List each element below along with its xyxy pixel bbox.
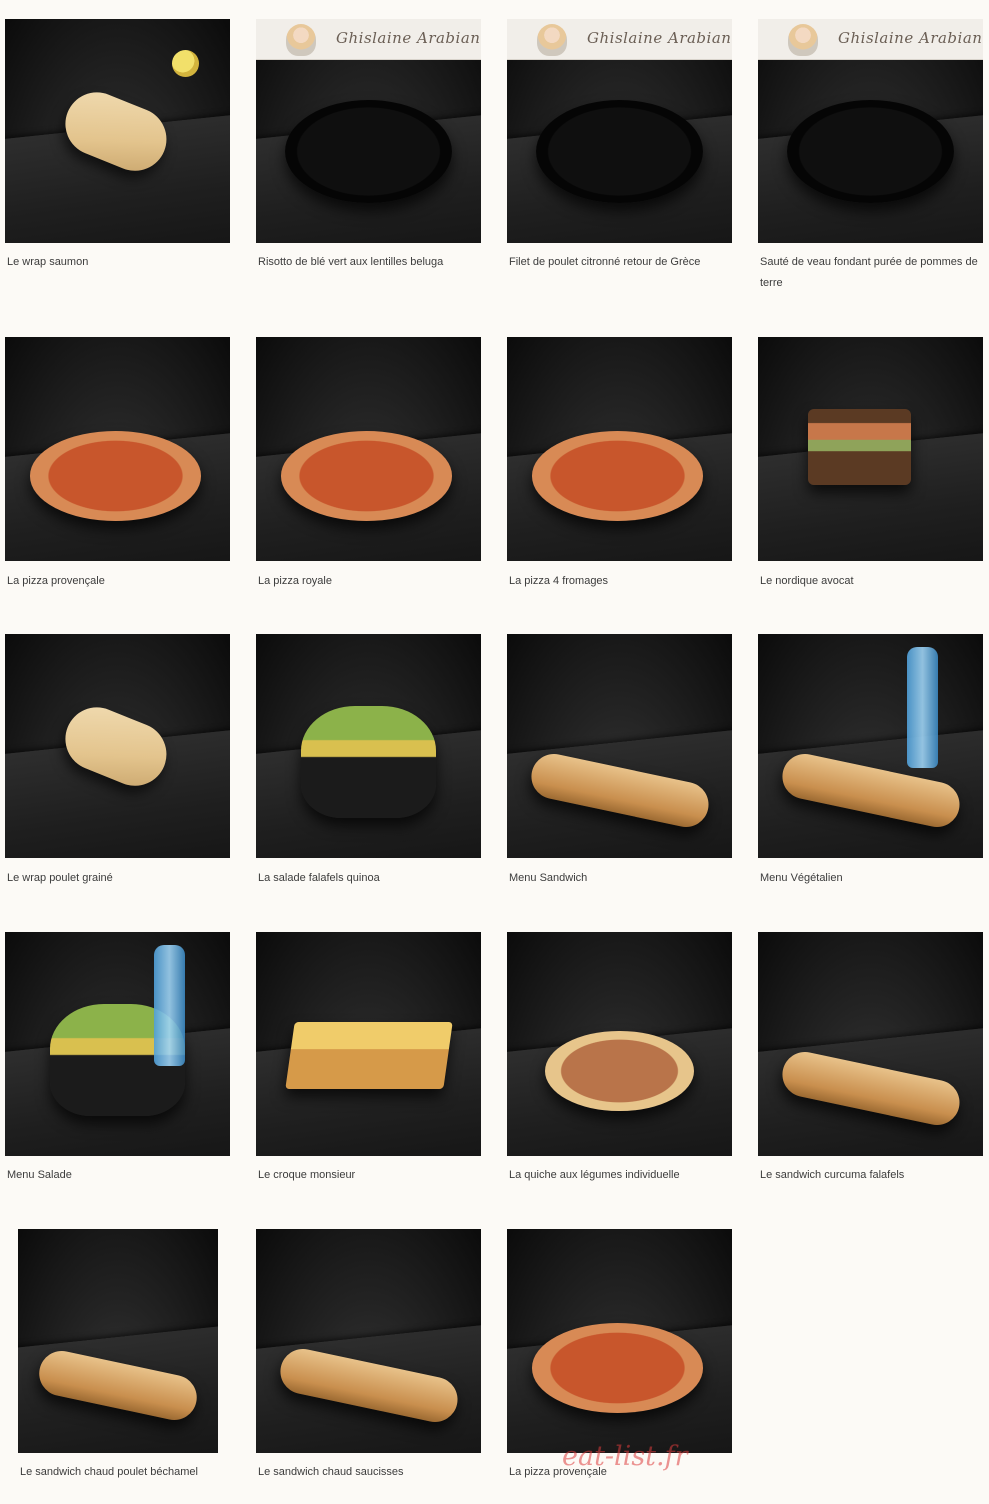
product-grid: Le wrap saumon Ghislaine Arabian Risotto d… [0, 0, 989, 1488]
product-name[interactable]: Le sandwich curcuma falafels [760, 1165, 981, 1186]
product-name[interactable]: Le wrap poulet grainé [7, 868, 228, 889]
product-card[interactable]: La pizza provençale [507, 1229, 732, 1504]
product-name[interactable]: Le wrap saumon [7, 252, 228, 273]
chef-avatar [286, 24, 316, 56]
product-photo[interactable]: Ghislaine Arabian [758, 19, 983, 243]
product-card[interactable]: Le wrap saumon [5, 19, 230, 294]
pizza-dish [531, 431, 703, 521]
chef-banner: Ghislaine Arabian [758, 19, 983, 60]
product-name[interactable]: La pizza royale [258, 571, 479, 592]
product-photo[interactable] [507, 337, 732, 561]
product-name[interactable]: La pizza provençale [509, 1462, 730, 1483]
chef-signature: Ghislaine Arabian [587, 29, 732, 47]
pizza-dish [531, 1323, 703, 1413]
product-photo[interactable] [507, 1229, 732, 1453]
product-card[interactable]: La pizza 4 fromages [507, 337, 732, 613]
chef-banner: Ghislaine Arabian [256, 19, 481, 60]
product-name[interactable]: Menu Salade [7, 1165, 228, 1186]
product-photo[interactable]: Ghislaine Arabian [507, 19, 732, 243]
sandwich-dish [807, 408, 911, 485]
chef-avatar [788, 24, 818, 56]
product-name[interactable]: Le croque monsieur [258, 1165, 479, 1186]
product-photo[interactable] [256, 1229, 481, 1453]
product-photo[interactable] [758, 634, 983, 858]
product-photo[interactable] [507, 634, 732, 858]
product-card[interactable]: Le sandwich chaud poulet béchamel [18, 1229, 218, 1504]
product-photo[interactable] [758, 337, 983, 561]
product-card[interactable]: La salade falafels quinoa [256, 634, 481, 910]
bowl-dish [301, 705, 436, 818]
product-photo[interactable] [5, 932, 230, 1156]
product-card[interactable]: Menu Végétalien [758, 634, 983, 910]
product-name[interactable]: Le nordique avocat [760, 571, 981, 592]
product-photo[interactable] [256, 337, 481, 561]
water-bottle [906, 647, 938, 769]
pizza-dish [29, 431, 201, 521]
quiche-dish [545, 1030, 694, 1112]
product-card[interactable]: Le croque monsieur [256, 932, 481, 1207]
product-card[interactable]: Menu Salade [5, 932, 230, 1207]
product-photo[interactable] [256, 932, 481, 1156]
product-name[interactable]: Risotto de blé vert aux lentilles beluga [258, 252, 479, 273]
product-photo[interactable] [5, 337, 230, 561]
product-card[interactable]: Le wrap poulet grainé [5, 634, 230, 910]
product-card[interactable]: Menu Sandwich [507, 634, 732, 910]
croque-dish [285, 1021, 452, 1089]
plate-dish [285, 99, 452, 203]
plate-dish [536, 99, 703, 203]
product-name[interactable]: Sauté de veau fondant purée de pommes de… [760, 252, 981, 294]
product-name[interactable]: Le sandwich chaud poulet béchamel [20, 1462, 216, 1483]
product-card[interactable]: Le nordique avocat [758, 337, 983, 613]
product-name[interactable]: Le sandwich chaud saucisses [258, 1462, 479, 1483]
product-card[interactable]: La quiche aux légumes individuelle [507, 932, 732, 1207]
chef-banner: Ghislaine Arabian [507, 19, 732, 60]
product-card[interactable]: Le sandwich chaud saucisses [256, 1229, 481, 1504]
product-name[interactable]: La pizza provençale [7, 571, 228, 592]
product-name[interactable]: Filet de poulet citronné retour de Grèce [509, 252, 730, 273]
product-name[interactable]: Menu Végétalien [760, 868, 981, 889]
chef-avatar [537, 24, 567, 56]
product-photo[interactable] [5, 19, 230, 243]
pizza-dish [280, 431, 452, 521]
product-name[interactable]: La pizza 4 fromages [509, 571, 730, 592]
product-name[interactable]: La salade falafels quinoa [258, 868, 479, 889]
product-name[interactable]: Menu Sandwich [509, 868, 730, 889]
product-photo[interactable]: Ghislaine Arabian [256, 19, 481, 243]
product-card[interactable]: Le sandwich curcuma falafels [758, 932, 983, 1207]
product-photo[interactable] [5, 634, 230, 858]
water-bottle [153, 945, 185, 1067]
product-card[interactable]: Ghislaine Arabian Risotto de blé vert aux… [256, 19, 481, 294]
product-photo[interactable] [18, 1229, 218, 1453]
plate-dish [787, 99, 954, 203]
lemon-garnish [171, 50, 199, 78]
chef-signature: Ghislaine Arabian [336, 29, 481, 47]
product-card[interactable]: Ghislaine Arabian Filet de poulet citronn… [507, 19, 732, 294]
product-card[interactable]: La pizza royale [256, 337, 481, 613]
product-photo[interactable] [256, 634, 481, 858]
product-name[interactable]: La quiche aux légumes individuelle [509, 1165, 730, 1186]
product-photo[interactable] [758, 932, 983, 1156]
product-card[interactable]: Ghislaine Arabian Sauté de veau fondant p… [758, 19, 983, 294]
product-card[interactable]: La pizza provençale [5, 337, 230, 613]
product-photo[interactable] [507, 932, 732, 1156]
chef-signature: Ghislaine Arabian [838, 29, 983, 47]
